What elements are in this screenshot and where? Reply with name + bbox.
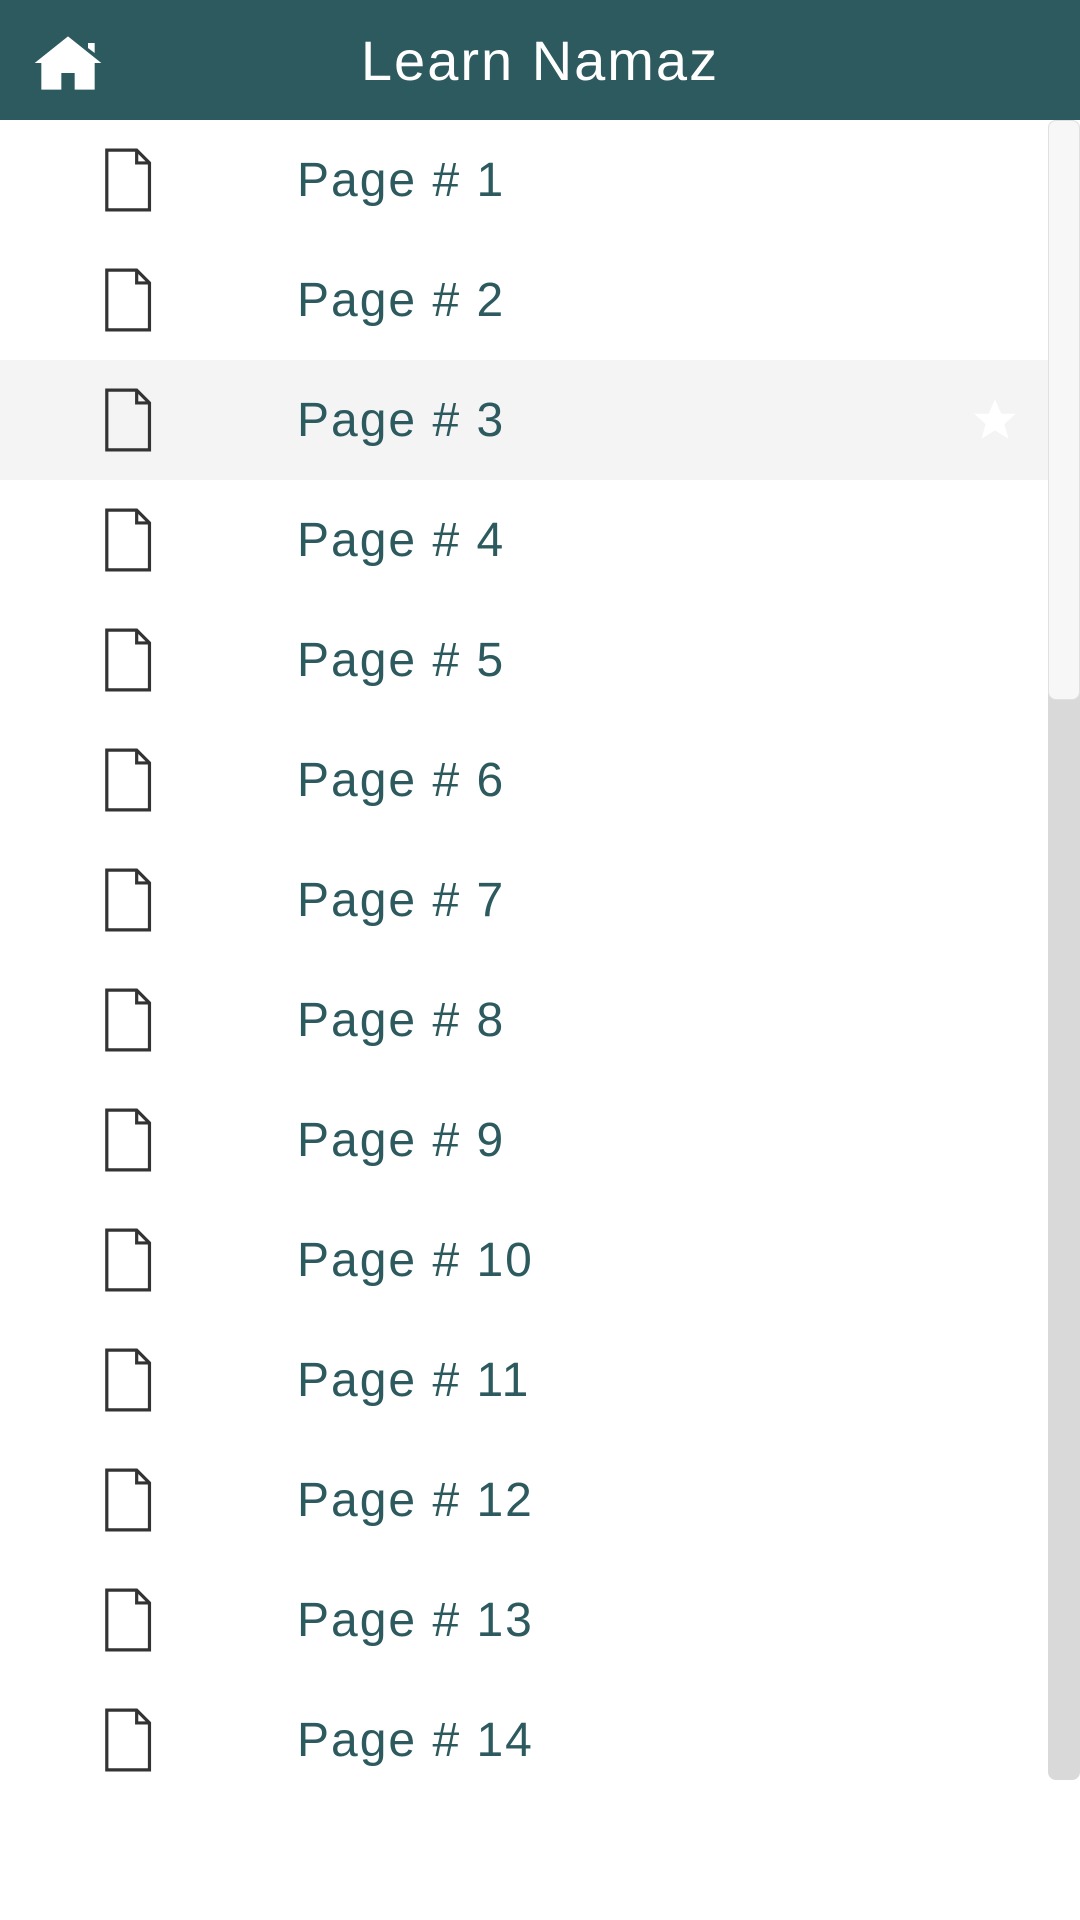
page-icon xyxy=(100,1228,152,1292)
page-label: Page # 7 xyxy=(297,873,505,928)
list-item-page-6[interactable]: Page # 6 xyxy=(0,720,1080,840)
app-header: Learn Namaz xyxy=(0,0,1080,120)
list-item-page-8[interactable]: Page # 8 xyxy=(0,960,1080,1080)
page-icon xyxy=(100,748,152,812)
scrollbar-thumb[interactable] xyxy=(1048,120,1080,700)
page-icon xyxy=(100,268,152,332)
page-title: Learn Namaz xyxy=(0,28,1080,93)
page-icon xyxy=(100,1468,152,1532)
list-item-page-3[interactable]: Page # 3 xyxy=(0,360,1080,480)
page-label: Page # 6 xyxy=(297,753,505,808)
page-label: Page # 4 xyxy=(297,513,505,568)
star-icon[interactable] xyxy=(970,395,1020,445)
list-item-page-11[interactable]: Page # 11 xyxy=(0,1320,1080,1440)
page-list: Page # 1 Page # 2 Page # 3 Page # 4 Page… xyxy=(0,120,1080,1780)
page-icon xyxy=(100,1108,152,1172)
page-icon xyxy=(100,868,152,932)
list-item-page-14[interactable]: Page # 14 xyxy=(0,1680,1080,1780)
page-icon xyxy=(100,1708,152,1772)
page-icon xyxy=(100,628,152,692)
page-icon xyxy=(100,148,152,212)
page-label: Page # 9 xyxy=(297,1113,505,1168)
page-label: Page # 3 xyxy=(297,393,505,448)
page-label: Page # 14 xyxy=(297,1713,534,1768)
content-area: Page # 1 Page # 2 Page # 3 Page # 4 Page… xyxy=(0,120,1080,1920)
page-label: Page # 2 xyxy=(297,273,505,328)
list-item-page-12[interactable]: Page # 12 xyxy=(0,1440,1080,1560)
list-item-page-9[interactable]: Page # 9 xyxy=(0,1080,1080,1200)
page-icon xyxy=(100,1348,152,1412)
page-label: Page # 10 xyxy=(297,1233,534,1288)
list-item-page-5[interactable]: Page # 5 xyxy=(0,600,1080,720)
page-label: Page # 8 xyxy=(297,993,505,1048)
list-item-page-2[interactable]: Page # 2 xyxy=(0,240,1080,360)
page-icon xyxy=(100,508,152,572)
page-icon xyxy=(100,988,152,1052)
page-label: Page # 1 xyxy=(297,153,505,208)
page-label: Page # 12 xyxy=(297,1473,534,1528)
page-icon xyxy=(100,388,152,452)
list-item-page-1[interactable]: Page # 1 xyxy=(0,120,1080,240)
page-label: Page # 11 xyxy=(297,1353,530,1408)
list-item-page-10[interactable]: Page # 10 xyxy=(0,1200,1080,1320)
list-item-page-4[interactable]: Page # 4 xyxy=(0,480,1080,600)
list-item-page-13[interactable]: Page # 13 xyxy=(0,1560,1080,1680)
home-icon[interactable] xyxy=(28,28,108,98)
page-label: Page # 13 xyxy=(297,1593,534,1648)
list-item-page-7[interactable]: Page # 7 xyxy=(0,840,1080,960)
scrollbar-track[interactable] xyxy=(1048,120,1080,1780)
page-icon xyxy=(100,1588,152,1652)
page-label: Page # 5 xyxy=(297,633,505,688)
